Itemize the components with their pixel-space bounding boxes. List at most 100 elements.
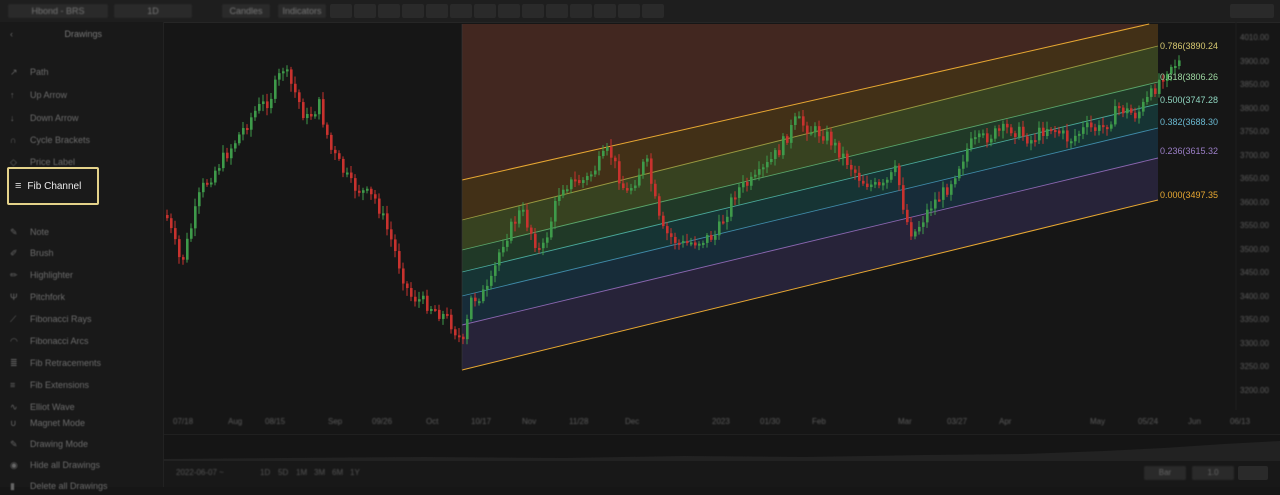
candle-body (242, 128, 245, 135)
price-tick-label: 3500.00 (1240, 244, 1269, 254)
candle-body (470, 297, 473, 320)
candle-body (930, 208, 933, 211)
candle-body (178, 239, 181, 258)
candle-body (578, 180, 581, 183)
candle-body (350, 172, 353, 179)
candle-body (266, 101, 269, 109)
range-button-1m[interactable]: 1M (296, 468, 307, 477)
candle-body (878, 182, 881, 186)
candle-body (1126, 108, 1129, 114)
range-button-5d[interactable]: 5D (278, 468, 288, 477)
price-tick-label: 3600.00 (1240, 197, 1269, 207)
candle-body (1002, 123, 1005, 131)
range-button-6m[interactable]: 6M (332, 468, 343, 477)
candle-body (478, 301, 481, 304)
candle-body (750, 176, 753, 186)
candle-body (986, 133, 989, 143)
time-tick-label: May (1090, 417, 1106, 426)
candle-body (666, 226, 669, 234)
time-tick-label: Dec (625, 417, 640, 426)
candle-body (166, 215, 169, 219)
candle-body (1014, 133, 1017, 138)
candle-body (1078, 133, 1081, 136)
candle-body (270, 98, 273, 109)
candle-body (354, 178, 357, 191)
candle-body (394, 239, 397, 252)
range-button-1y[interactable]: 1Y (350, 468, 360, 477)
candle-body (534, 233, 537, 248)
time-tick-label: 07/18 (173, 417, 194, 426)
candle-body (218, 168, 221, 171)
candle-body (714, 235, 717, 240)
candle-body (1098, 125, 1101, 131)
range-button-3m[interactable]: 3M (314, 468, 325, 477)
candle-body (994, 128, 997, 139)
candle-body (294, 83, 297, 93)
candle-body (314, 114, 317, 117)
time-tick-label: 09/26 (372, 417, 393, 426)
candle-body (570, 179, 573, 190)
candle-body (646, 158, 649, 162)
candle-body (594, 170, 597, 175)
candle-body (1154, 88, 1157, 94)
candle-body (806, 125, 809, 134)
price-tick-label: 3700.00 (1240, 150, 1269, 160)
time-tick-label: Apr (999, 417, 1012, 426)
candle-body (274, 79, 277, 99)
price-chart[interactable] (0, 0, 1280, 487)
fib-channel-drawing[interactable] (461, 23, 1159, 371)
candle-body (1142, 101, 1145, 112)
price-tick-label: 3850.00 (1240, 80, 1269, 89)
bar-mode-button[interactable]: Bar (1144, 466, 1186, 480)
candle-body (466, 319, 469, 340)
time-tick-label: 01/30 (760, 417, 781, 426)
candle-body (202, 182, 205, 193)
candle-body (1122, 107, 1125, 114)
candle-body (1106, 127, 1109, 130)
time-navigator[interactable] (164, 434, 1280, 461)
candle-body (550, 221, 553, 238)
candle-body (554, 200, 557, 222)
navigator-area (164, 441, 1280, 461)
time-tick-label: Feb (812, 417, 826, 426)
candle-body (718, 221, 721, 236)
candle-body (722, 221, 725, 224)
candle-body (754, 174, 757, 177)
time-tick-label: 10/17 (471, 417, 492, 426)
candle-body (562, 189, 565, 196)
candle-body (254, 110, 257, 118)
candle-body (230, 148, 233, 159)
candle-body (370, 188, 373, 195)
candle-body (962, 161, 965, 169)
candle-body (734, 197, 737, 200)
settings-button[interactable] (1238, 466, 1268, 480)
candle-body (438, 309, 441, 319)
candle-body (670, 233, 673, 237)
candle-body (702, 242, 705, 245)
candle-body (850, 164, 853, 170)
scale-button[interactable]: 1.0 (1192, 466, 1234, 480)
candle-body (530, 227, 533, 234)
candle-body (786, 136, 789, 143)
fib-level-label: 0.382(3688.30 (1160, 117, 1219, 127)
candle-body (814, 126, 817, 133)
candle-body (1070, 141, 1073, 144)
fib-level-label: 0.000(3497.35 (1160, 190, 1219, 200)
candle-body (346, 172, 349, 175)
range-button-1d[interactable]: 1D (260, 468, 270, 477)
candle-body (650, 158, 653, 184)
candle-body (846, 153, 849, 165)
candle-body (614, 157, 617, 162)
candle-body (954, 178, 957, 185)
candle-body (238, 134, 241, 144)
price-tick-label: 4010.00 (1240, 33, 1269, 42)
candle-body (198, 192, 201, 207)
price-tick-label: 3300.00 (1240, 338, 1269, 348)
candle-body (566, 189, 569, 192)
candle-body (574, 179, 577, 182)
candle-body (842, 153, 845, 158)
candle-body (918, 226, 921, 232)
time-tick-label: 05/24 (1138, 417, 1159, 426)
candle-body (942, 187, 945, 200)
candle-body (938, 199, 941, 202)
